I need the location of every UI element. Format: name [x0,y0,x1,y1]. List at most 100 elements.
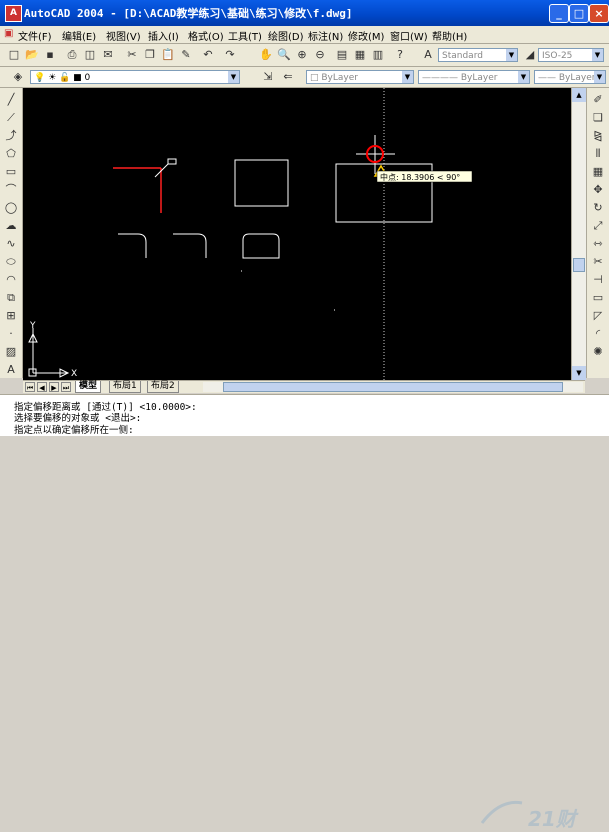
tab-layout1[interactable]: 布局1 [109,381,141,393]
text-style-icon[interactable]: A [420,47,436,63]
insert-block-icon[interactable]: ⧉ [3,290,19,306]
spline-icon[interactable]: ∿ [3,236,19,252]
construction-line-icon[interactable]: ⟋ [3,110,19,126]
publish-icon[interactable]: ✉ [100,47,116,63]
save-icon[interactable]: ▪ [42,47,58,63]
chamfer-icon[interactable]: ◸ [590,308,606,324]
autocad-app-icon[interactable]: A [5,5,22,22]
tab-layout2[interactable]: 布局2 [147,381,179,393]
scroll-up-icon[interactable]: ▲ [572,88,586,102]
extend-icon[interactable]: ⊣ [590,272,606,288]
mirror-icon[interactable]: ⧎ [590,128,606,144]
menu-dimension[interactable]: 标注(N) [308,28,343,43]
new-file-icon[interactable]: □ [6,47,22,63]
multiline-text-icon[interactable]: A [3,362,19,378]
filleted-corner-shape[interactable] [118,233,147,258]
dim-style-select[interactable]: ISO-25 ▼ [538,48,604,62]
text-style-select[interactable]: Standard ▼ [438,48,518,62]
linetype-select[interactable]: ———— ByLayer ▼ [418,70,530,84]
properties-icon[interactable]: ▤ [334,47,350,63]
lineweight-select[interactable]: —— ByLayer ▼ [534,70,606,84]
first-tab-icon[interactable]: ⏮ [25,382,35,392]
erase-icon[interactable]: ✐ [590,92,606,108]
watermark-logo-text: 21财 [528,807,576,831]
array-icon[interactable]: ▦ [590,164,606,180]
h-scroll-thumb[interactable] [223,382,563,392]
menu-draw[interactable]: 绘图(D) [268,28,304,43]
offset-icon[interactable]: ⫴ [590,146,606,162]
vertical-scrollbar[interactable]: ▲ ▼ [571,88,586,380]
tool-palettes-icon[interactable]: ▥ [370,47,386,63]
tab-model[interactable]: 模型 [75,381,102,393]
close-button[interactable]: × [589,4,609,23]
explode-icon[interactable]: ✺ [590,344,606,360]
redo-icon[interactable]: ↷ [222,47,238,63]
scroll-thumb[interactable] [573,258,585,272]
fillet-icon[interactable]: ◜ [590,326,606,342]
menu-file[interactable]: 文件(F) [18,28,52,43]
line-icon[interactable]: ╱ [3,92,19,108]
last-tab-icon[interactable]: ⏭ [61,382,71,392]
rounded-rectangle-shape[interactable] [242,233,280,259]
layer-previous-icon[interactable]: ⇐ [280,69,296,85]
minimize-button[interactable]: _ [549,4,569,23]
site-watermark: 21财 [480,797,605,831]
menu-tools[interactable]: 工具(T) [228,28,262,43]
menu-insert[interactable]: 插入(I) [148,28,179,43]
polyline-icon[interactable]: ⤴ [3,128,19,144]
circle-icon[interactable]: ◯ [3,200,19,216]
paste-icon[interactable]: 📋 [160,47,176,63]
document-menu-icon[interactable]: ▣ [4,28,13,39]
match-properties-icon[interactable]: ✎ [178,47,194,63]
help-icon[interactable]: ? [392,47,408,63]
open-file-icon[interactable]: 📂 [24,47,40,63]
rectangle-shape[interactable] [234,159,289,207]
menu-view[interactable]: 视图(V) [106,28,141,43]
arc-icon[interactable]: ⌒ [3,182,19,198]
pan-icon[interactable]: ✋ [258,47,274,63]
undo-icon[interactable]: ↶ [200,47,216,63]
menu-format[interactable]: 格式(O) [188,28,224,43]
cut-icon[interactable]: ✂ [124,47,140,63]
polygon-icon[interactable]: ⬠ [3,146,19,162]
color-select[interactable]: □ ByLayer ▼ [306,70,414,84]
design-center-icon[interactable]: ▦ [352,47,368,63]
copy-object-icon[interactable]: ❏ [590,110,606,126]
maximize-button[interactable]: □ [569,4,589,23]
rectangle-icon[interactable]: ▭ [3,164,19,180]
zoom-window-icon[interactable]: ⊕ [294,47,310,63]
menu-edit[interactable]: 编辑(E) [62,28,96,43]
move-icon[interactable]: ✥ [590,182,606,198]
scroll-down-icon[interactable]: ▼ [572,366,586,380]
zoom-realtime-icon[interactable]: 🔍 [276,47,292,63]
next-tab-icon[interactable]: ▶ [49,382,59,392]
ellipse-icon[interactable]: ⬭ [3,254,19,270]
menu-window[interactable]: 窗口(W) [390,28,428,43]
copy-icon[interactable]: ❐ [142,47,158,63]
horizontal-scrollbar[interactable] [203,382,583,392]
ellipse-arc-icon[interactable]: ◠ [3,272,19,288]
chevron-down-icon: ▼ [228,71,239,83]
print-icon[interactable]: ⎙ [64,47,80,63]
make-object-layer-current-icon[interactable]: ⇲ [260,69,276,85]
dim-style-icon[interactable]: ◢ [522,47,538,63]
print-preview-icon[interactable]: ◫ [82,47,98,63]
menu-help[interactable]: 帮助(H) [432,28,467,43]
break-icon[interactable]: ▭ [590,290,606,306]
point-icon[interactable]: · [3,326,19,342]
layer-select[interactable]: 💡 ☀ 🔓 ■ 0 ▼ [30,70,240,84]
hatch-icon[interactable]: ▨ [3,344,19,360]
layer-manager-icon[interactable]: ◈ [10,69,26,85]
prev-tab-icon[interactable]: ◀ [37,382,47,392]
stretch-icon[interactable]: ⇿ [590,236,606,252]
zoom-previous-icon[interactable]: ⊖ [312,47,328,63]
make-block-icon[interactable]: ⊞ [3,308,19,324]
command-window[interactable]: 指定偏移距离或 [通过(T)] <10.0000>: 选择要偏移的对象或 <退出… [0,394,609,831]
revision-cloud-icon[interactable]: ☁ [3,218,19,234]
trim-icon[interactable]: ✂ [590,254,606,270]
scale-icon[interactable]: ⤢ [590,218,606,234]
drawing-area[interactable]: 中点: 18.3906 < 90° Y X [23,88,571,380]
filleted-corner-shape[interactable] [173,233,207,258]
rotate-icon[interactable]: ↻ [590,200,606,216]
menu-modify[interactable]: 修改(M) [348,28,384,43]
